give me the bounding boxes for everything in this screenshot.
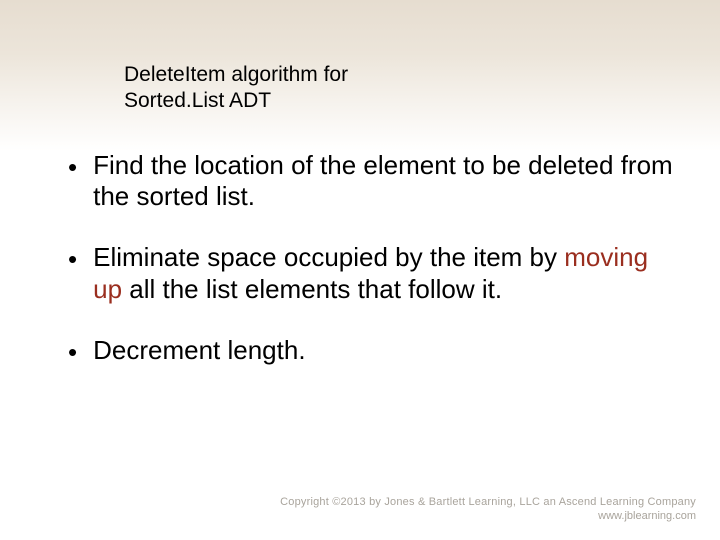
bullet-text: Eliminate space occupied by the item by … [93, 242, 680, 304]
bullet-pre: Find the location of the element to be d… [93, 150, 673, 211]
footer-url: www.jblearning.com [280, 510, 696, 522]
bullet-icon: • [68, 337, 77, 368]
slide-title: DeleteItem algorithm for Sorted.List ADT [124, 62, 348, 115]
bullet-pre: Decrement length. [93, 335, 305, 365]
title-line-2: Sorted.List ADT [124, 89, 271, 112]
bullet-icon: • [68, 152, 77, 183]
bullet-list: • Find the location of the element to be… [68, 150, 680, 398]
bullet-text: Find the location of the element to be d… [93, 150, 680, 212]
bullet-pre: Eliminate space occupied by the item by [93, 242, 564, 272]
bullet-text: Decrement length. [93, 335, 680, 366]
copyright-text: Copyright ©2013 by Jones & Bartlett Lear… [280, 496, 696, 508]
title-line-1: DeleteItem algorithm for [124, 63, 348, 86]
list-item: • Decrement length. [68, 335, 680, 368]
bullet-post: all the list elements that follow it. [122, 274, 502, 304]
footer: Copyright ©2013 by Jones & Bartlett Lear… [280, 496, 696, 522]
list-item: • Find the location of the element to be… [68, 150, 680, 212]
bullet-icon: • [68, 244, 77, 275]
list-item: • Eliminate space occupied by the item b… [68, 242, 680, 304]
